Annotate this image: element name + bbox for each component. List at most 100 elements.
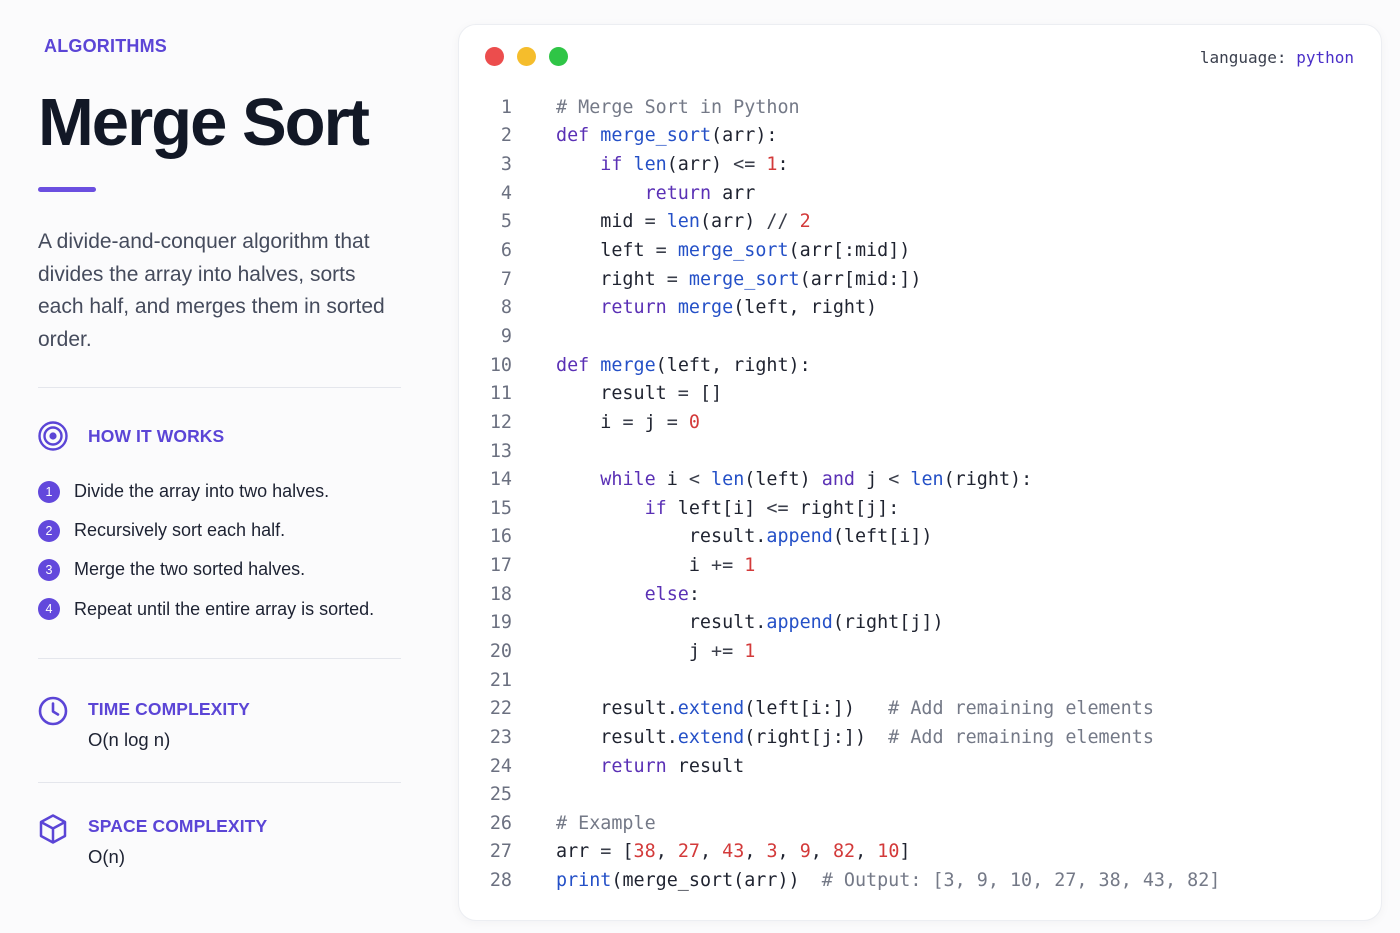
code-line: 24 return result [459, 752, 1381, 781]
target-icon [38, 421, 68, 451]
code-text: def merge(left, right): [556, 354, 811, 376]
line-number: 10 [489, 354, 512, 376]
code-text: if len(arr) <= 1: [600, 154, 789, 176]
list-item: 1 Divide the array into two halves. [38, 472, 374, 511]
code-line: 19 result.append(right[j]) [459, 609, 1381, 638]
code-text: i += 1 [556, 555, 756, 577]
space-complexity-heading: SPACE COMPLEXITY [88, 816, 268, 836]
category-label: ALGORITHMS [44, 36, 167, 56]
line-number: 14 [489, 469, 512, 491]
code-line: 23 result.extend(right[j:]) # Add remain… [459, 723, 1381, 752]
code-text: return merge(left, right) [600, 297, 878, 319]
code-text: return result [600, 755, 745, 777]
line-number: 5 [500, 211, 512, 233]
section-divider [38, 658, 401, 659]
code-line: 28 print(merge_sort(arr)) # Output: [3, 9… [459, 866, 1381, 895]
language-label: language: [1199, 48, 1287, 67]
code-text: return arr [644, 182, 756, 204]
code-line: 18 else: [459, 580, 1381, 609]
time-complexity-heading: TIME COMPLEXITY [88, 699, 250, 719]
code-line: 26 # Example [459, 809, 1381, 838]
line-number: 22 [489, 698, 512, 720]
code-block[interactable]: 1 # Merge Sort in Python 2 def merge_sort(a… [459, 93, 1381, 895]
step-number-badge: 4 [38, 598, 60, 621]
line-number: 23 [489, 726, 512, 748]
line-number: 19 [489, 612, 512, 634]
code-line: 22 result.extend(left[i:]) # Add remaini… [459, 694, 1381, 723]
code-text: j += 1 [556, 640, 756, 662]
code-line: 1 # Merge Sort in Python [459, 93, 1381, 122]
code-text: def merge_sort(arr): [556, 125, 778, 147]
title-underline [38, 187, 96, 192]
clock-icon [38, 696, 68, 726]
code-line: 5 mid = len(arr) // 2 [459, 208, 1381, 237]
cube-icon [38, 813, 68, 844]
code-line: 12 i = j = 0 [459, 408, 1381, 437]
code-text: i = j = 0 [556, 411, 700, 433]
language-indicator: language: python [1200, 48, 1354, 67]
algorithm-description: A divide-and-conquer algorithm that divi… [38, 230, 385, 351]
code-line: 21 [459, 666, 1381, 695]
step-number-badge: 2 [38, 519, 60, 542]
code-line: 27 arr = [38, 27, 43, 3, 9, 82, 10] [459, 838, 1381, 867]
line-number: 15 [489, 497, 512, 519]
list-item: 2 Recursively sort each half. [38, 511, 374, 550]
code-line: 13 [459, 437, 1381, 466]
code-line: 9 [459, 322, 1381, 351]
section-divider [38, 387, 401, 388]
line-number: 16 [489, 526, 512, 548]
line-number: 28 [489, 870, 512, 892]
steps-list: 1 Divide the array into two halves. 2 Re… [38, 472, 374, 629]
code-text: else: [644, 583, 700, 605]
line-number: 18 [489, 583, 512, 605]
line-number: 3 [500, 154, 512, 176]
line-number: 11 [489, 383, 512, 405]
code-text: # Merge Sort in Python [556, 96, 800, 118]
code-line: 15 if left[i] <= right[j]: [459, 494, 1381, 523]
code-line: 4 return arr [459, 179, 1381, 208]
line-number: 25 [489, 784, 512, 806]
step-text: Divide the array into two halves. [74, 481, 330, 502]
line-number: 12 [489, 411, 512, 433]
line-number: 21 [489, 669, 512, 691]
code-line: 3 if len(arr) <= 1: [459, 150, 1381, 179]
code-line: 10 def merge(left, right): [459, 351, 1381, 380]
line-number: 27 [489, 841, 512, 863]
code-line: 25 [459, 780, 1381, 809]
list-item: 3 Merge the two sorted halves. [38, 550, 374, 589]
code-text: if left[i] <= right[j]: [644, 497, 900, 519]
code-text: result.extend(right[j:]) # Add remaining… [556, 726, 1154, 748]
line-number: 6 [500, 240, 512, 262]
step-number-badge: 1 [38, 480, 60, 503]
line-number: 20 [489, 640, 512, 662]
line-number: 17 [489, 555, 512, 577]
code-text: while i < len(left) and j < len(right): [600, 469, 1033, 491]
code-line: 16 result.append(left[i]) [459, 523, 1381, 552]
line-number: 9 [500, 325, 512, 347]
info-panel: ALGORITHMS Merge Sort A divide-and-conqu… [38, 0, 402, 933]
code-text: left = merge_sort(arr[:mid]) [556, 240, 911, 262]
code-line: 20 j += 1 [459, 637, 1381, 666]
code-line: 7 right = merge_sort(arr[mid:]) [459, 265, 1381, 294]
line-number: 2 [500, 125, 512, 147]
how-it-works-heading: HOW IT WORKS [88, 426, 225, 446]
minimize-window-dot[interactable] [517, 47, 536, 66]
maximize-window-dot[interactable] [549, 47, 568, 66]
code-text: mid = len(arr) // 2 [556, 211, 811, 233]
line-number: 8 [500, 297, 512, 319]
close-window-dot[interactable] [485, 47, 504, 66]
code-line: 11 result = [] [459, 379, 1381, 408]
code-text: print(merge_sort(arr)) # Output: [3, 9, … [556, 870, 1221, 892]
code-text: result = [] [556, 383, 723, 405]
step-text: Recursively sort each half. [74, 520, 286, 541]
code-window: language: python 1 # Merge Sort in Python… [458, 24, 1382, 921]
code-text: arr = [38, 27, 43, 3, 9, 82, 10] [556, 841, 911, 863]
code-text: result.append(right[j]) [556, 612, 944, 634]
line-number: 4 [500, 182, 512, 204]
code-text: # Example [556, 812, 656, 834]
code-line: 8 return merge(left, right) [459, 293, 1381, 322]
section-divider [38, 782, 401, 783]
code-text: result.extend(left[i:]) # Add remaining … [556, 698, 1154, 720]
line-number: 24 [489, 755, 512, 777]
time-complexity-value: O(n log n) [88, 729, 171, 750]
